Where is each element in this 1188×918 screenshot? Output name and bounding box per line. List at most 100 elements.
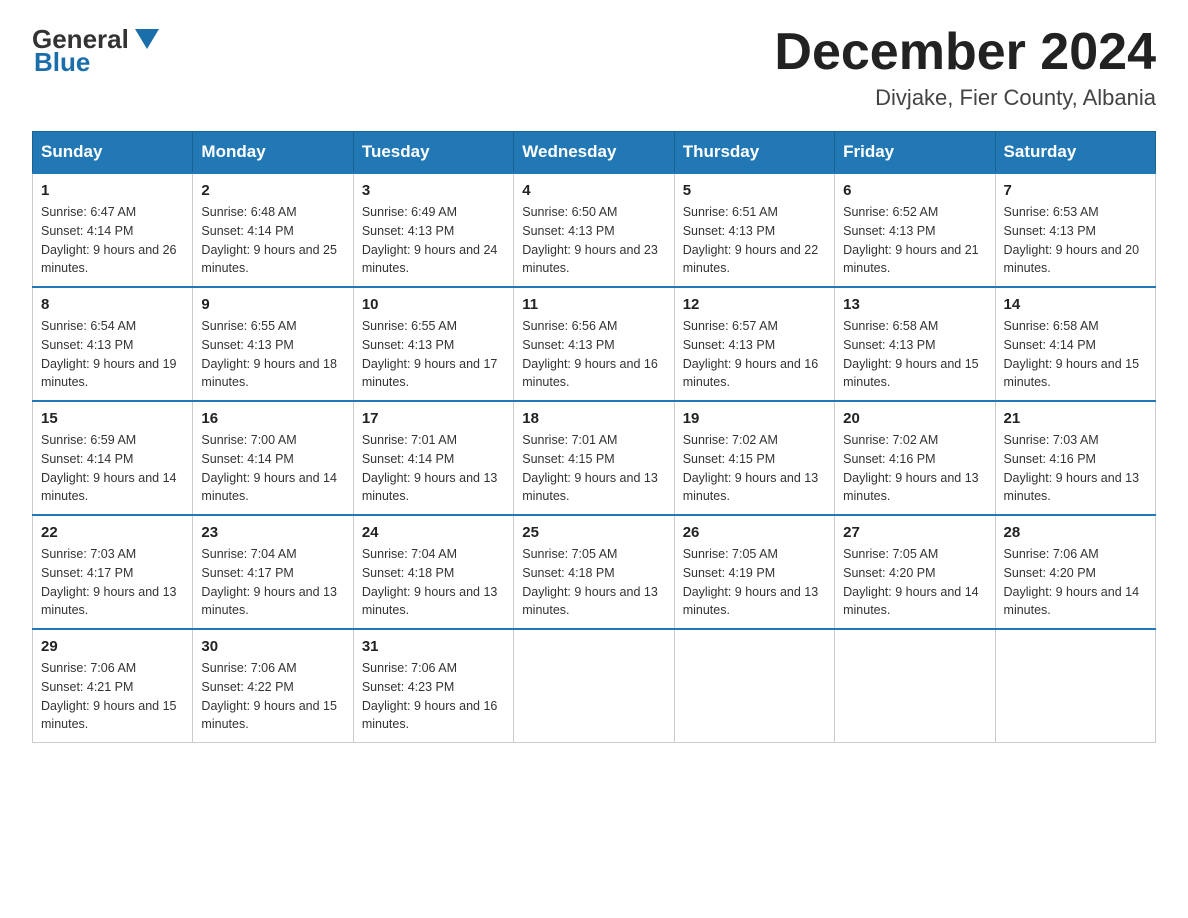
calendar-cell: 12 Sunrise: 6:57 AM Sunset: 4:13 PM Dayl… (674, 287, 834, 401)
day-info: Sunrise: 7:06 AM Sunset: 4:23 PM Dayligh… (362, 659, 505, 734)
daylight-text: Daylight: 9 hours and 20 minutes. (1004, 241, 1147, 279)
daylight-text: Daylight: 9 hours and 24 minutes. (362, 241, 505, 279)
column-header-friday: Friday (835, 132, 995, 174)
sunset-text: Sunset: 4:17 PM (201, 564, 344, 583)
day-info: Sunrise: 7:06 AM Sunset: 4:20 PM Dayligh… (1004, 545, 1147, 620)
sunset-text: Sunset: 4:13 PM (843, 222, 986, 241)
day-info: Sunrise: 6:52 AM Sunset: 4:13 PM Dayligh… (843, 203, 986, 278)
sunrise-text: Sunrise: 7:04 AM (201, 545, 344, 564)
calendar-cell: 11 Sunrise: 6:56 AM Sunset: 4:13 PM Dayl… (514, 287, 674, 401)
daylight-text: Daylight: 9 hours and 14 minutes. (1004, 583, 1147, 621)
calendar-cell: 17 Sunrise: 7:01 AM Sunset: 4:14 PM Dayl… (353, 401, 513, 515)
sunrise-text: Sunrise: 7:02 AM (683, 431, 826, 450)
sunrise-text: Sunrise: 7:06 AM (201, 659, 344, 678)
sunrise-text: Sunrise: 7:06 AM (41, 659, 184, 678)
calendar-cell: 24 Sunrise: 7:04 AM Sunset: 4:18 PM Dayl… (353, 515, 513, 629)
calendar-table: SundayMondayTuesdayWednesdayThursdayFrid… (32, 131, 1156, 743)
sunrise-text: Sunrise: 6:48 AM (201, 203, 344, 222)
sunrise-text: Sunrise: 7:05 AM (522, 545, 665, 564)
sunset-text: Sunset: 4:13 PM (201, 336, 344, 355)
sunset-text: Sunset: 4:14 PM (41, 450, 184, 469)
day-info: Sunrise: 7:04 AM Sunset: 4:18 PM Dayligh… (362, 545, 505, 620)
sunrise-text: Sunrise: 6:51 AM (683, 203, 826, 222)
sunset-text: Sunset: 4:14 PM (201, 450, 344, 469)
day-number: 5 (683, 182, 826, 199)
day-info: Sunrise: 7:03 AM Sunset: 4:17 PM Dayligh… (41, 545, 184, 620)
day-info: Sunrise: 6:49 AM Sunset: 4:13 PM Dayligh… (362, 203, 505, 278)
day-number: 2 (201, 182, 344, 199)
daylight-text: Daylight: 9 hours and 26 minutes. (41, 241, 184, 279)
day-info: Sunrise: 7:06 AM Sunset: 4:22 PM Dayligh… (201, 659, 344, 734)
calendar-cell: 30 Sunrise: 7:06 AM Sunset: 4:22 PM Dayl… (193, 629, 353, 743)
sunrise-text: Sunrise: 6:57 AM (683, 317, 826, 336)
calendar-cell: 31 Sunrise: 7:06 AM Sunset: 4:23 PM Dayl… (353, 629, 513, 743)
daylight-text: Daylight: 9 hours and 14 minutes. (41, 469, 184, 507)
day-info: Sunrise: 6:50 AM Sunset: 4:13 PM Dayligh… (522, 203, 665, 278)
calendar-cell: 14 Sunrise: 6:58 AM Sunset: 4:14 PM Dayl… (995, 287, 1155, 401)
daylight-text: Daylight: 9 hours and 15 minutes. (201, 697, 344, 735)
day-info: Sunrise: 6:58 AM Sunset: 4:13 PM Dayligh… (843, 317, 986, 392)
calendar-week-row: 29 Sunrise: 7:06 AM Sunset: 4:21 PM Dayl… (33, 629, 1156, 743)
day-number: 25 (522, 524, 665, 541)
daylight-text: Daylight: 9 hours and 18 minutes. (201, 355, 344, 393)
daylight-text: Daylight: 9 hours and 16 minutes. (522, 355, 665, 393)
daylight-text: Daylight: 9 hours and 13 minutes. (41, 583, 184, 621)
day-number: 30 (201, 638, 344, 655)
day-number: 18 (522, 410, 665, 427)
logo: General Blue (32, 24, 163, 78)
day-number: 20 (843, 410, 986, 427)
sunset-text: Sunset: 4:13 PM (362, 336, 505, 355)
calendar-cell: 15 Sunrise: 6:59 AM Sunset: 4:14 PM Dayl… (33, 401, 193, 515)
sunrise-text: Sunrise: 6:54 AM (41, 317, 184, 336)
sunrise-text: Sunrise: 7:04 AM (362, 545, 505, 564)
sunrise-text: Sunrise: 7:05 AM (843, 545, 986, 564)
calendar-cell: 2 Sunrise: 6:48 AM Sunset: 4:14 PM Dayli… (193, 173, 353, 287)
sunset-text: Sunset: 4:13 PM (843, 336, 986, 355)
sunrise-text: Sunrise: 6:55 AM (201, 317, 344, 336)
day-number: 22 (41, 524, 184, 541)
day-number: 8 (41, 296, 184, 313)
logo-blue-text: Blue (34, 47, 90, 78)
sunrise-text: Sunrise: 6:56 AM (522, 317, 665, 336)
calendar-cell: 26 Sunrise: 7:05 AM Sunset: 4:19 PM Dayl… (674, 515, 834, 629)
daylight-text: Daylight: 9 hours and 13 minutes. (522, 583, 665, 621)
day-number: 13 (843, 296, 986, 313)
calendar-cell: 19 Sunrise: 7:02 AM Sunset: 4:15 PM Dayl… (674, 401, 834, 515)
day-number: 23 (201, 524, 344, 541)
sunrise-text: Sunrise: 6:50 AM (522, 203, 665, 222)
day-number: 24 (362, 524, 505, 541)
calendar-cell: 13 Sunrise: 6:58 AM Sunset: 4:13 PM Dayl… (835, 287, 995, 401)
day-number: 21 (1004, 410, 1147, 427)
daylight-text: Daylight: 9 hours and 15 minutes. (1004, 355, 1147, 393)
column-header-sunday: Sunday (33, 132, 193, 174)
day-number: 28 (1004, 524, 1147, 541)
sunset-text: Sunset: 4:22 PM (201, 678, 344, 697)
daylight-text: Daylight: 9 hours and 13 minutes. (522, 469, 665, 507)
calendar-cell: 7 Sunrise: 6:53 AM Sunset: 4:13 PM Dayli… (995, 173, 1155, 287)
calendar-cell: 9 Sunrise: 6:55 AM Sunset: 4:13 PM Dayli… (193, 287, 353, 401)
sunrise-text: Sunrise: 6:59 AM (41, 431, 184, 450)
day-info: Sunrise: 6:51 AM Sunset: 4:13 PM Dayligh… (683, 203, 826, 278)
day-info: Sunrise: 7:03 AM Sunset: 4:16 PM Dayligh… (1004, 431, 1147, 506)
daylight-text: Daylight: 9 hours and 16 minutes. (362, 697, 505, 735)
day-info: Sunrise: 7:00 AM Sunset: 4:14 PM Dayligh… (201, 431, 344, 506)
calendar-week-row: 15 Sunrise: 6:59 AM Sunset: 4:14 PM Dayl… (33, 401, 1156, 515)
calendar-week-row: 8 Sunrise: 6:54 AM Sunset: 4:13 PM Dayli… (33, 287, 1156, 401)
sunset-text: Sunset: 4:13 PM (522, 222, 665, 241)
day-number: 19 (683, 410, 826, 427)
sunset-text: Sunset: 4:14 PM (1004, 336, 1147, 355)
sunset-text: Sunset: 4:13 PM (362, 222, 505, 241)
sunrise-text: Sunrise: 6:52 AM (843, 203, 986, 222)
sunset-text: Sunset: 4:20 PM (843, 564, 986, 583)
daylight-text: Daylight: 9 hours and 15 minutes. (843, 355, 986, 393)
sunset-text: Sunset: 4:20 PM (1004, 564, 1147, 583)
day-info: Sunrise: 6:55 AM Sunset: 4:13 PM Dayligh… (201, 317, 344, 392)
sunrise-text: Sunrise: 7:06 AM (362, 659, 505, 678)
daylight-text: Daylight: 9 hours and 13 minutes. (683, 469, 826, 507)
day-number: 26 (683, 524, 826, 541)
sunset-text: Sunset: 4:19 PM (683, 564, 826, 583)
day-number: 3 (362, 182, 505, 199)
day-info: Sunrise: 7:05 AM Sunset: 4:19 PM Dayligh… (683, 545, 826, 620)
daylight-text: Daylight: 9 hours and 13 minutes. (362, 583, 505, 621)
sunset-text: Sunset: 4:15 PM (683, 450, 826, 469)
